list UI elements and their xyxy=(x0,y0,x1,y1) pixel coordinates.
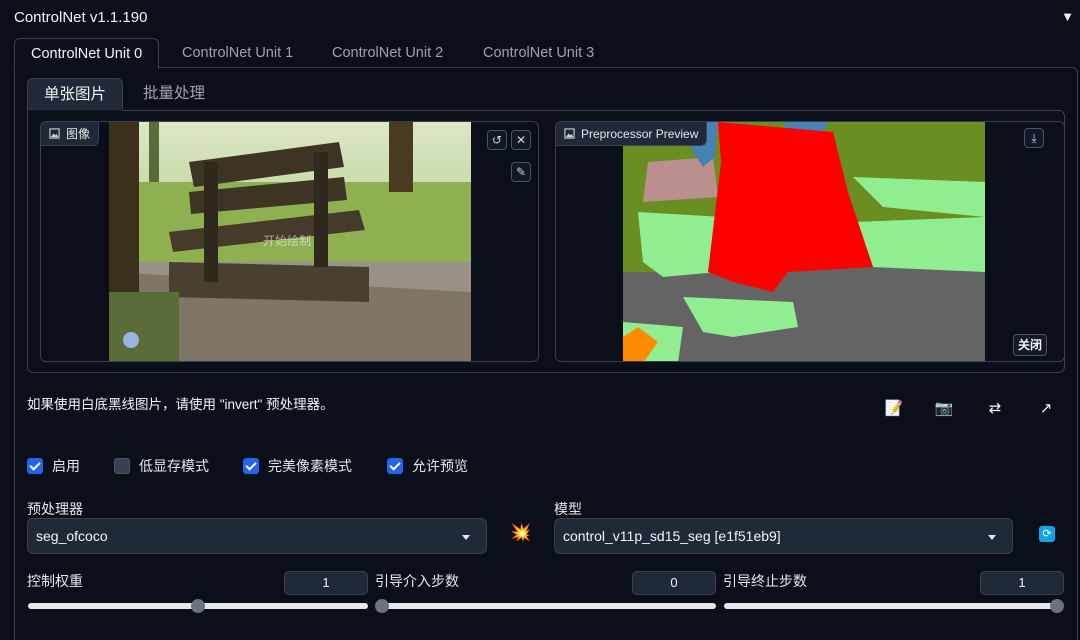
slider-end-thumb[interactable] xyxy=(1050,599,1064,613)
swap-icon[interactable]: ⇄ xyxy=(983,398,1007,420)
checkbox-low-vram-label: 低显存模式 xyxy=(139,458,209,474)
checkbox-pixel-perfect-label: 完美像素模式 xyxy=(268,458,352,474)
checkbox-enable-box[interactable] xyxy=(27,458,43,474)
slider-weight-input[interactable]: 1 xyxy=(284,571,368,595)
checkbox-allow-preview-label: 允许预览 xyxy=(412,458,468,474)
collapse-icon[interactable]: ▼ xyxy=(1061,9,1074,24)
model-label: 模型 xyxy=(554,501,582,517)
tab-unit-3[interactable]: ControlNet Unit 3 xyxy=(467,38,610,69)
panel-title: ControlNet v1.1.190 xyxy=(14,9,148,26)
checkbox-allow-preview-box[interactable] xyxy=(387,458,403,474)
send-icon[interactable]: ↗ xyxy=(1034,398,1058,420)
checkbox-pixel-perfect[interactable]: 完美像素模式 xyxy=(243,456,352,476)
camera-icon[interactable]: 📷 xyxy=(932,398,956,420)
close-icon[interactable]: ✕ xyxy=(511,130,531,150)
model-value: control_v11p_sd15_seg [e1f51eb9] xyxy=(563,528,781,544)
preprocessor-value: seg_ofcoco xyxy=(36,528,108,544)
slider-end-input[interactable]: 1 xyxy=(980,571,1064,595)
edit-icon[interactable]: ✎ xyxy=(511,162,531,182)
slider-weight-thumb[interactable] xyxy=(191,599,205,613)
checkbox-pixel-perfect-box[interactable] xyxy=(243,458,259,474)
refresh-icon[interactable]: ⟳ xyxy=(1039,526,1055,542)
checkbox-low-vram-box[interactable] xyxy=(114,458,130,474)
slider-start-label: 引导介入步数 xyxy=(375,573,459,589)
preprocessor-preview: Preprocessor Preview ⤓ 关闭 xyxy=(555,121,1065,362)
checkbox-allow-preview[interactable]: 允许预览 xyxy=(387,456,468,476)
chevron-down-icon xyxy=(462,535,470,540)
image-label-text: 图像 xyxy=(66,126,91,141)
slider-weight-label: 控制权重 xyxy=(27,573,83,589)
slider-weight-track[interactable] xyxy=(28,599,368,613)
slider-start-input[interactable]: 0 xyxy=(632,571,716,595)
unit-tabs: ControlNet Unit 0 ControlNet Unit 1 Cont… xyxy=(14,38,1080,69)
download-icon[interactable]: ⤓ xyxy=(1024,128,1044,148)
tab-unit-0[interactable]: ControlNet Unit 0 xyxy=(14,38,160,69)
checkbox-low-vram[interactable]: 低显存模式 xyxy=(114,456,209,476)
slider-start-track[interactable] xyxy=(375,599,716,613)
slider-end-label: 引导终止步数 xyxy=(723,573,807,589)
preview-label: Preprocessor Preview xyxy=(556,122,708,146)
preprocessor-select[interactable]: seg_ofcoco xyxy=(27,518,487,554)
preprocessor-label: 预处理器 xyxy=(27,501,83,517)
image-icon xyxy=(564,128,575,139)
segmentation-map xyxy=(623,122,985,361)
canvas-hint: 开始绘制 xyxy=(263,234,312,248)
image-label: 图像 xyxy=(41,122,100,146)
slider-end-track[interactable] xyxy=(724,599,1064,613)
slider-start-thumb[interactable] xyxy=(375,599,389,613)
chevron-down-icon xyxy=(988,535,996,540)
tab-batch[interactable]: 批量处理 xyxy=(127,78,221,111)
image-icon xyxy=(49,128,60,139)
undo-icon[interactable]: ↺ xyxy=(487,130,507,150)
checkbox-enable[interactable]: 启用 xyxy=(27,456,80,476)
preview-label-text: Preprocessor Preview xyxy=(581,126,699,141)
explosion-icon[interactable]: 💥 xyxy=(510,523,531,543)
tab-unit-2[interactable]: ControlNet Unit 2 xyxy=(316,38,459,69)
tab-unit-1[interactable]: ControlNet Unit 1 xyxy=(166,38,309,69)
tab-single-image[interactable]: 单张图片 xyxy=(27,78,124,111)
image-input[interactable]: 图像 开始绘制 ↺ ✕ ✎ xyxy=(40,121,539,362)
checkbox-enable-label: 启用 xyxy=(52,458,80,474)
invert-hint: 如果使用白底黑线图片，请使用 "invert" 预处理器。 xyxy=(27,397,334,412)
close-preview-button[interactable]: 关闭 xyxy=(1013,334,1048,356)
model-select[interactable]: control_v11p_sd15_seg [e1f51eb9] xyxy=(554,518,1013,554)
document-icon[interactable]: 📝 xyxy=(882,398,906,420)
